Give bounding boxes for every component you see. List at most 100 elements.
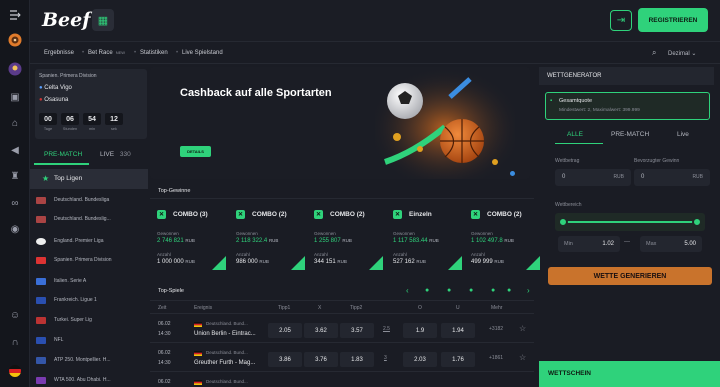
currency: RUB xyxy=(342,238,352,243)
roulette-icon[interactable] xyxy=(8,33,22,47)
win-card[interactable]: ✕ Einzeln Gewonnen 1 117 583.44 RUB Anza… xyxy=(390,204,464,272)
odd-under[interactable]: 1.94 xyxy=(441,323,475,338)
odds-format-select[interactable]: Dezimal ⌄ xyxy=(668,50,696,57)
slider-max-handle[interactable] xyxy=(692,217,702,227)
odd-tipp2[interactable]: 3.57 xyxy=(340,323,374,338)
language-flag-icon[interactable] xyxy=(8,364,22,378)
stake-input[interactable]: 0 RUB xyxy=(555,169,631,186)
register-button[interactable]: REGISTRIEREN xyxy=(638,8,708,32)
subnav-statistiken[interactable]: Statistiken xyxy=(140,50,168,56)
search-icon[interactable]: ⌕ xyxy=(652,48,656,58)
star-icon: ★ xyxy=(42,174,50,183)
gift-icon[interactable]: ▣ xyxy=(8,90,22,104)
win-card[interactable]: ✕ COMBO (2) Gewonnen 2 118 322.4 RUB Anz… xyxy=(233,204,307,272)
headset-icon[interactable]: ∩ xyxy=(8,335,22,349)
league-item[interactable]: Italien. Serie A xyxy=(36,275,148,287)
slider-min-handle[interactable] xyxy=(558,217,568,227)
subnav-ergebnisse[interactable]: Ergebnisse xyxy=(44,50,74,56)
min-value: 1.02 xyxy=(602,241,614,247)
user-icon[interactable]: ☺ xyxy=(8,308,22,322)
live-count: 330 xyxy=(119,151,131,158)
game-row[interactable]: 06.02 Deutschland. Bund... xyxy=(150,375,534,387)
total-line[interactable]: 2.5 xyxy=(383,326,390,332)
game-match: Union Berlin - Eintrac... xyxy=(194,331,256,337)
won-amount: 1 255 807 RUB xyxy=(314,238,352,244)
menu-toggle-icon[interactable] xyxy=(8,8,22,22)
gift-icon: ▦ xyxy=(97,14,109,27)
odd-over[interactable]: 1.9 xyxy=(403,323,437,338)
win-card[interactable]: ✕ COMBO (2) Gewonnen 1 102 497.8 RUB Anz… xyxy=(468,204,542,272)
win-card[interactable]: ✕ COMBO (3) Gewonnen 2 746 821 RUB Anzah… xyxy=(154,204,228,272)
promo-banner[interactable]: Cashback auf alle Sportarten DETAILS xyxy=(150,67,530,179)
tab-pre-match[interactable]: PRE-MATCH xyxy=(611,131,649,138)
login-button[interactable]: ⇥ xyxy=(610,10,632,31)
odd-over[interactable]: 2.03 xyxy=(403,352,437,367)
chevron-left-icon[interactable]: ‹ xyxy=(406,286,409,295)
tennis-icon[interactable]: ● xyxy=(469,287,473,294)
stake-amount: 499 999 RUB xyxy=(471,259,504,265)
win-card-corner xyxy=(212,256,226,270)
generate-bet-button[interactable]: WETTE GENERIEREN xyxy=(548,267,712,285)
hockey-icon[interactable]: ● xyxy=(491,287,495,294)
game-row[interactable]: 06.02 14:30 Deutschland. Bund... Greuthe… xyxy=(150,346,534,372)
details-button[interactable]: DETAILS xyxy=(180,146,211,157)
megaphone-icon[interactable]: ◀ xyxy=(8,143,22,157)
avatar-icon[interactable] xyxy=(8,62,22,76)
upcoming-match-card[interactable]: Spanien. Primera Division ● Celta Vigo ●… xyxy=(35,69,147,139)
subnav-bet-race[interactable]: Bet Race NEW xyxy=(88,50,125,56)
league-item[interactable]: Deutschland. Bundeslig... xyxy=(36,213,148,225)
odd-tipp2[interactable]: 1.83 xyxy=(340,352,374,367)
league-item[interactable]: Deutschland. Bundesliga xyxy=(36,194,148,206)
league-item[interactable]: Frankreich. Ligue 1 xyxy=(36,294,148,306)
odd-tipp1[interactable]: 3.86 xyxy=(268,352,302,367)
league-item[interactable]: Turkei. Super Lig xyxy=(36,314,148,326)
max-odds-input[interactable]: Max 5.00 xyxy=(640,236,702,252)
game-time: 14:30 xyxy=(158,360,171,366)
soccer-icon[interactable]: ● xyxy=(425,287,429,294)
countdown-minutes-label: min xyxy=(88,127,96,131)
bet-slip-bar[interactable]: WETTSCHEIN xyxy=(539,361,720,387)
tab-live[interactable]: Live xyxy=(677,131,689,138)
chevron-right-icon[interactable]: › xyxy=(527,286,530,295)
tab-alle[interactable]: ALLE xyxy=(567,131,583,138)
favorite-star-icon[interactable]: ☆ xyxy=(519,353,526,362)
favorite-star-icon[interactable]: ☆ xyxy=(519,324,526,333)
min-odds-input[interactable]: Min 1.02 xyxy=(558,236,620,252)
win-card-name: COMBO xyxy=(252,211,277,218)
tab-prematch[interactable]: PRE-MATCH xyxy=(44,151,82,158)
odd-draw[interactable]: 3.62 xyxy=(304,323,338,338)
team-1-name: Celta Vigo xyxy=(44,85,72,91)
won-amount: 2 746 821 RUB xyxy=(157,238,195,244)
league-item[interactable]: England. Premier Liga xyxy=(36,235,148,247)
germany-flag-icon xyxy=(194,322,202,327)
league-logo-icon xyxy=(36,376,46,384)
game-row[interactable]: 06.02 14:30 Deutschland. Bund... Union B… xyxy=(150,317,534,343)
more-markets-link[interactable]: +1861 xyxy=(489,355,503,361)
subnav-live-spielstand[interactable]: Live Spielstand xyxy=(182,50,223,56)
logo[interactable]: Beef xyxy=(42,9,90,31)
basketball-icon[interactable]: ● xyxy=(447,287,451,294)
cycling-icon[interactable]: ∞ xyxy=(8,196,22,210)
league-item[interactable]: NFL xyxy=(36,334,148,346)
basket-icon[interactable]: ♜ xyxy=(8,169,22,183)
column-tipp2: Tipp2 xyxy=(350,305,363,311)
tab-live[interactable]: LIVE 330 xyxy=(100,151,131,158)
league-logo-icon xyxy=(36,215,46,223)
esports-icon[interactable]: ● xyxy=(507,287,511,294)
odd-tipp1[interactable]: 2.05 xyxy=(268,323,302,338)
globe-icon[interactable]: ◉ xyxy=(8,222,22,236)
carousel-dot[interactable] xyxy=(510,171,515,176)
top-leagues-header[interactable]: ★ Top Ligen xyxy=(30,169,148,189)
preferred-win-input[interactable]: 0 RUB xyxy=(634,169,710,186)
bonus-gift-button[interactable]: ▦ xyxy=(92,9,114,31)
total-line[interactable]: 3 xyxy=(384,355,387,361)
win-card[interactable]: ✕ COMBO (2) Gewonnen 1 255 807 RUB Anzah… xyxy=(311,204,385,272)
league-item[interactable]: ATP 250. Montpellier. H... xyxy=(36,354,148,366)
odd-draw[interactable]: 3.76 xyxy=(304,352,338,367)
league-item[interactable]: WTA 500. Abu Dhabi. H... xyxy=(36,374,148,386)
odd-under[interactable]: 1.76 xyxy=(441,352,475,367)
odds-range-slider[interactable] xyxy=(555,213,705,231)
more-markets-link[interactable]: +3182 xyxy=(489,326,503,332)
league-item[interactable]: Spanien. Primera Division xyxy=(36,254,148,266)
shop-icon[interactable]: ⌂ xyxy=(8,116,22,130)
